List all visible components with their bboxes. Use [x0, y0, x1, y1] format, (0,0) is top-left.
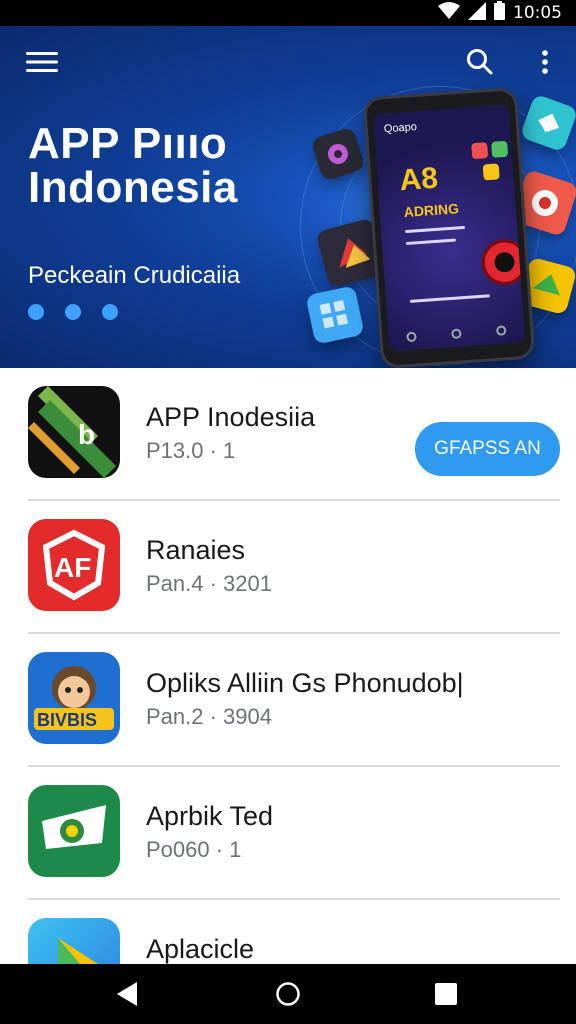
phone-tile	[471, 142, 489, 160]
more-options-button[interactable]	[527, 44, 563, 80]
menu-button[interactable]	[24, 44, 60, 80]
list-item[interactable]: Aplacicle	[28, 900, 560, 964]
search-button[interactable]	[462, 44, 498, 80]
wifi-icon	[438, 1, 460, 25]
back-icon	[117, 982, 137, 1006]
status-time: 10:05	[513, 3, 562, 23]
install-button[interactable]: GFAPSS AN	[415, 422, 560, 476]
app-icon: BIVBIS	[28, 652, 120, 744]
app-name: Opliks Alliin Gs Phonudob|	[146, 668, 464, 698]
phone-screen-subtitle: ADRING	[403, 200, 460, 221]
app-name: Aplacicle	[146, 934, 255, 964]
recents-icon	[435, 983, 457, 1005]
battery-icon	[494, 1, 505, 25]
hero-title: APP Pıııo Indonesia	[28, 122, 328, 210]
app-icon: AF	[28, 519, 120, 611]
app-meta: P13.0 · 1	[146, 438, 236, 463]
app-name: Ranaies	[146, 535, 246, 565]
phone-screen-header: Qoapo	[383, 121, 418, 136]
hero-title-line1: APP Pıııo	[28, 119, 228, 168]
list-item[interactable]: Aprbik Ted Po060 · 1	[28, 767, 560, 900]
recents-button[interactable]	[426, 978, 466, 1010]
carousel-dots	[28, 304, 118, 320]
app-meta: Po060 · 1	[146, 837, 242, 862]
menu-icon	[26, 52, 58, 72]
hero-banner[interactable]: APP Pıııo Indonesia Peckeain Crudicaiia …	[0, 26, 576, 368]
floating-app-icon	[305, 285, 365, 345]
phone-screen: Qoapo A8 ADRING	[372, 104, 526, 352]
home-icon	[276, 982, 300, 1006]
app-name: Aprbik Ted	[146, 801, 274, 831]
carousel-dot[interactable]	[102, 304, 118, 320]
phone-illustration: Qoapo A8 ADRING	[362, 86, 536, 368]
app-icon: b	[28, 386, 120, 478]
svg-text:b: b	[78, 419, 95, 450]
navigation-bar	[0, 964, 576, 1024]
app-meta: Pan.2 · 3904	[146, 704, 272, 729]
app-list: b APP Inodesiia P13.0 · 1 GFAPSS AN AF R…	[0, 368, 576, 964]
carousel-dot[interactable]	[28, 304, 44, 320]
app-icon	[28, 918, 120, 964]
app-meta: Pan.4 · 3201	[146, 571, 272, 596]
list-item[interactable]: BIVBIS Opliks Alliin Gs Phonudob| Pan.2 …	[28, 634, 560, 767]
list-item[interactable]: AF Ranaies Pan.4 · 3201	[28, 501, 560, 634]
back-button[interactable]	[108, 978, 148, 1010]
svg-text:AF: AF	[54, 552, 91, 583]
list-item[interactable]: b APP Inodesiia P13.0 · 1 GFAPSS AN	[28, 368, 560, 501]
svg-text:BIVBIS: BIVBIS	[37, 710, 97, 730]
status-bar: 10:05	[0, 0, 576, 26]
phone-tile	[491, 140, 509, 158]
phone-nav	[388, 324, 524, 343]
status-icons: 10:05	[438, 1, 562, 25]
home-button[interactable]	[268, 978, 308, 1010]
signal-icon	[468, 1, 486, 25]
more-vert-icon	[542, 50, 548, 74]
carousel-dot[interactable]	[65, 304, 81, 320]
search-icon	[467, 49, 493, 75]
phone-record-knob	[479, 237, 526, 287]
app-icon	[28, 785, 120, 877]
phone-tile	[482, 163, 500, 181]
phone-line	[409, 294, 490, 303]
phone-screen-title: A8	[398, 161, 440, 198]
hero-subtitle: Peckeain Crudicaiia	[28, 262, 241, 289]
phone-line	[405, 238, 456, 246]
app-name: APP Inodesiia	[146, 402, 316, 432]
hero-title-line2: Indonesia	[28, 163, 238, 212]
phone-line	[405, 225, 466, 234]
